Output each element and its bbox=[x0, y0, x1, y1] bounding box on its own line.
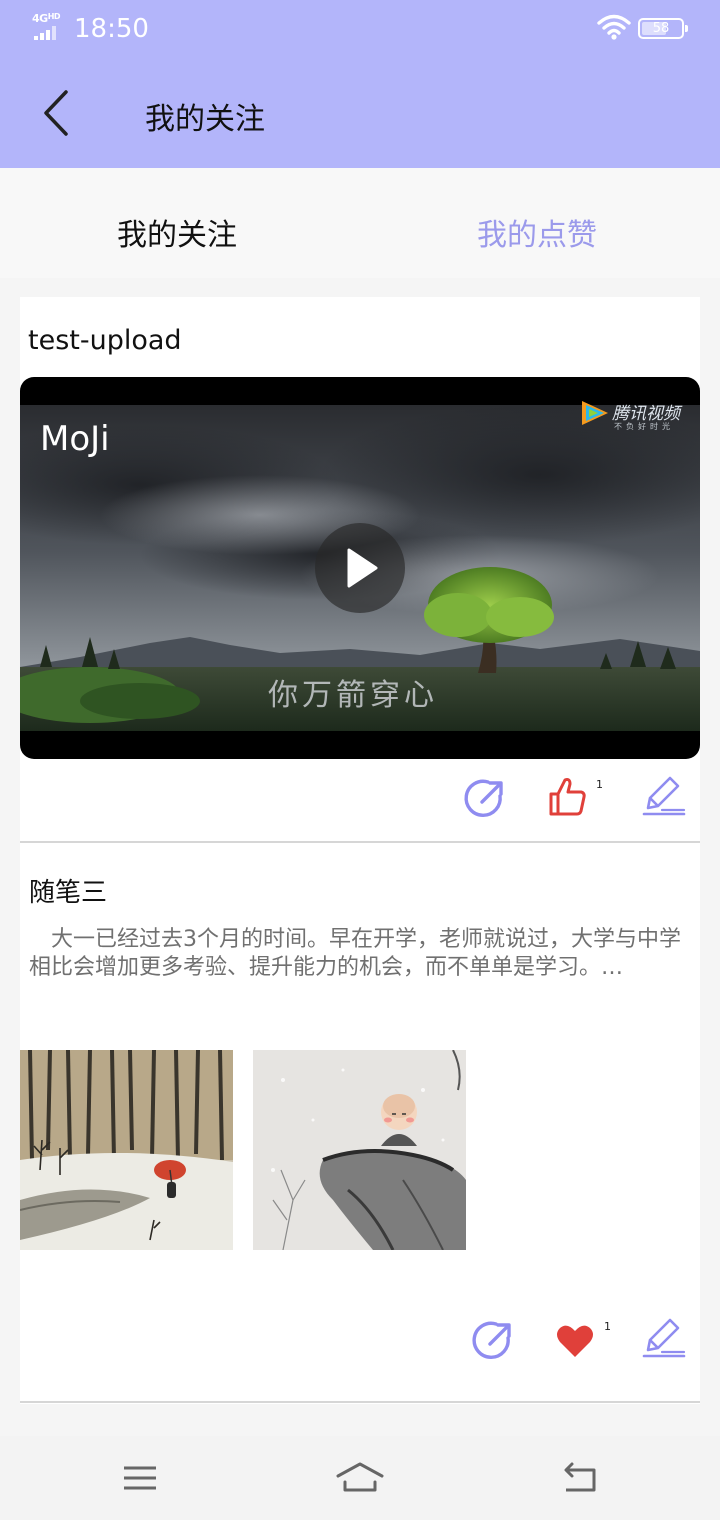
share-icon[interactable] bbox=[470, 1318, 516, 1364]
chevron-left-icon bbox=[44, 90, 68, 136]
back-icon[interactable] bbox=[560, 1458, 600, 1498]
menu-icon[interactable] bbox=[122, 1458, 158, 1498]
post-actions: 1 bbox=[20, 774, 700, 834]
post-image[interactable] bbox=[253, 1050, 466, 1250]
clock: 18:50 bbox=[74, 14, 149, 44]
post-actions: 1 bbox=[20, 1312, 700, 1372]
card-divider bbox=[20, 1401, 700, 1403]
system-nav-bar bbox=[0, 1436, 720, 1520]
post-title: 随笔三 bbox=[29, 878, 108, 908]
heart-icon[interactable] bbox=[556, 1324, 594, 1358]
like-count: 1 bbox=[596, 778, 603, 791]
tencent-video-logo bbox=[582, 401, 608, 425]
post-image[interactable] bbox=[20, 1050, 233, 1250]
tab-bar: 我的关注 我的点赞 bbox=[0, 168, 720, 278]
post-card[interactable]: 随笔三 大一已经过去3个月的时间。早在开学，老师就说过，大学与中学相比会增加更多… bbox=[20, 844, 700, 1404]
video-overlay-title: MoJi bbox=[40, 419, 110, 459]
back-button[interactable] bbox=[36, 88, 76, 138]
tencent-video-watermark: 腾讯视频 不负好时光 bbox=[578, 399, 680, 431]
network-hd: HD bbox=[47, 12, 61, 21]
post-title: test-upload bbox=[28, 325, 182, 356]
post-excerpt: 大一已经过去3个月的时间。早在开学，老师就说过，大学与中学相比会增加更多考验、提… bbox=[29, 927, 681, 980]
battery-icon: 58 bbox=[638, 18, 688, 39]
feed-list[interactable]: test-upload 你万箭穿心 MoJi 腾讯视频 不负好时光 1 随笔三 … bbox=[0, 278, 720, 1436]
tab-following[interactable]: 我的关注 bbox=[117, 210, 237, 254]
watermark-subtext: 不负好时光 bbox=[614, 422, 674, 431]
play-button[interactable] bbox=[315, 523, 405, 613]
card-divider bbox=[20, 841, 700, 843]
tab-likes[interactable]: 我的点赞 bbox=[477, 210, 597, 254]
post-card[interactable]: test-upload 你万箭穿心 MoJi 腾讯视频 不负好时光 1 bbox=[20, 297, 700, 844]
thumbs-up-icon[interactable] bbox=[548, 776, 588, 818]
edit-icon[interactable] bbox=[640, 776, 686, 818]
page-title: 我的关注 bbox=[145, 102, 265, 137]
battery-level: 58 bbox=[652, 21, 670, 36]
network-type: 4G bbox=[32, 12, 48, 25]
app-bar: 我的关注 bbox=[0, 58, 720, 168]
status-bar: 4GHD 18:50 58 bbox=[0, 0, 720, 58]
cellular-signal-icon: 4GHD bbox=[32, 12, 68, 42]
like-count: 1 bbox=[604, 1320, 611, 1333]
edit-icon[interactable] bbox=[640, 1318, 686, 1360]
home-icon[interactable] bbox=[335, 1458, 385, 1498]
share-icon[interactable] bbox=[462, 776, 508, 822]
video-subtitle: 你万箭穿心 bbox=[268, 678, 438, 713]
play-icon bbox=[347, 548, 378, 588]
wifi-icon bbox=[597, 14, 631, 44]
video-player[interactable]: 你万箭穿心 MoJi 腾讯视频 不负好时光 bbox=[20, 377, 700, 759]
